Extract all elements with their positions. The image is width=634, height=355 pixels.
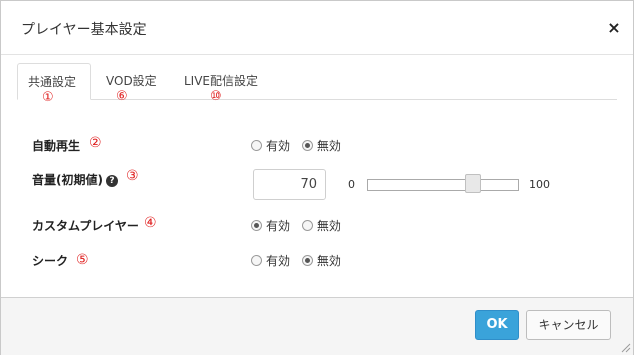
volume-slider-max: 100 [529, 178, 550, 191]
autoplay-disabled-radio[interactable]: 無効 [301, 137, 341, 154]
player-settings-dialog: プレイヤー基本設定 × 共通設定 ① VOD設定 ⑥ LIVE配信設定 ⑩ 自動… [0, 0, 634, 355]
tab-label: VOD設定 [106, 74, 157, 88]
custom-player-enabled-radio[interactable]: 有効 [251, 217, 290, 234]
radio-selected-icon [251, 220, 262, 231]
volume-input[interactable] [253, 169, 326, 200]
dialog-header: プレイヤー基本設定 × [1, 1, 633, 55]
tab-vod-settings[interactable]: VOD設定 ⑥ [96, 63, 176, 104]
ok-button[interactable]: OK [475, 310, 519, 340]
autoplay-enabled-radio[interactable]: 有効 [251, 137, 290, 154]
help-icon[interactable]: ? [105, 175, 118, 187]
autoplay-marker: ② [89, 135, 102, 151]
tab-marker: ⑩ [210, 89, 222, 104]
tab-marker: ① [42, 90, 54, 105]
radio-icon [251, 140, 262, 151]
seek-radio-group: 有効 無効 [251, 252, 349, 269]
radio-selected-icon [301, 255, 313, 266]
seek-marker: ⑤ [76, 252, 89, 268]
volume-slider-track[interactable] [367, 179, 519, 191]
cancel-button[interactable]: キャンセル [526, 310, 611, 340]
radio-label: 有効 [266, 254, 291, 268]
resize-grip-icon[interactable] [619, 341, 631, 353]
tab-label: 共通設定 [28, 75, 77, 89]
tab-live-settings[interactable]: LIVE配信設定 ⑩ [174, 63, 274, 104]
autoplay-label: 自動再生 [32, 139, 81, 153]
seek-enabled-radio[interactable]: 有効 [251, 252, 290, 269]
tab-marker: ⑥ [116, 89, 128, 104]
custom-player-disabled-radio[interactable]: 無効 [301, 217, 341, 234]
custom-player-label: カスタムプレイヤー [32, 219, 139, 233]
radio-label: 有効 [266, 219, 291, 233]
radio-label: 有効 [266, 139, 291, 153]
dialog-title: プレイヤー基本設定 [21, 22, 147, 38]
radio-icon [301, 220, 313, 231]
custom-player-marker: ④ [144, 215, 157, 231]
volume-label-text: 音量(初期値) [32, 173, 103, 187]
tab-label: LIVE配信設定 [184, 74, 259, 88]
radio-label: 無効 [316, 254, 341, 268]
close-icon[interactable]: × [606, 19, 622, 37]
autoplay-radio-group: 有効 無効 [251, 137, 349, 154]
radio-icon [251, 255, 262, 266]
custom-player-radio-group: 有効 無効 [251, 217, 349, 234]
volume-label: 音量(初期値)? [32, 171, 118, 188]
volume-slider-thumb[interactable] [465, 174, 481, 193]
radio-selected-icon [301, 140, 313, 151]
seek-disabled-radio[interactable]: 無効 [301, 252, 341, 269]
radio-label: 無効 [316, 139, 341, 153]
seek-label: シーク [32, 254, 69, 268]
volume-marker: ③ [126, 168, 139, 184]
radio-label: 無効 [316, 219, 341, 233]
tab-common-settings[interactable]: 共通設定 ① [17, 63, 91, 105]
volume-slider-min: 0 [348, 178, 355, 191]
